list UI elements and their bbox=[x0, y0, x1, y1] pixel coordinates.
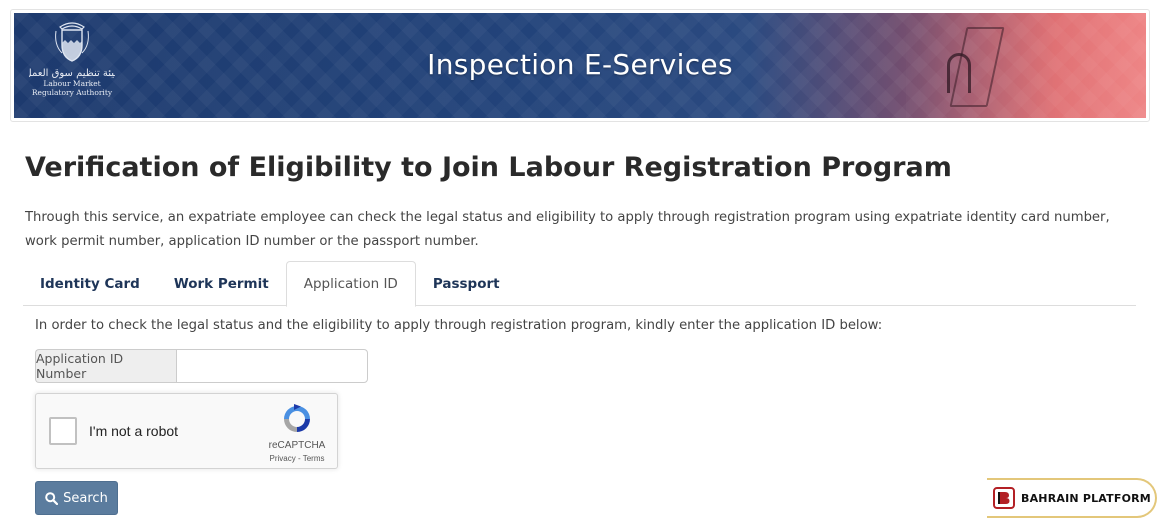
search-icon bbox=[45, 491, 59, 505]
form-instruction: In order to check the legal status and t… bbox=[35, 318, 883, 333]
page-title: Verification of Eligibility to Join Labo… bbox=[25, 152, 952, 183]
search-method-tabs: Identity Card Work Permit Application ID… bbox=[23, 261, 1136, 307]
recaptcha-label: I'm not a robot bbox=[89, 423, 179, 439]
application-id-input[interactable] bbox=[176, 349, 368, 383]
banner-title: Inspection E-Services bbox=[427, 48, 733, 81]
tab-work-permit[interactable]: Work Permit bbox=[157, 261, 286, 306]
tab-application-id[interactable]: Application ID bbox=[285, 261, 416, 307]
intro-line-1: Through this service, an expatriate empl… bbox=[25, 210, 1110, 225]
tab-identity-card[interactable]: Identity Card bbox=[23, 261, 157, 306]
intro-line-2: work permit number, application ID numbe… bbox=[25, 234, 479, 249]
intro-text: Through this service, an expatriate empl… bbox=[25, 206, 1135, 254]
application-id-label: Application ID Number bbox=[35, 349, 176, 383]
bahrain-platform-badge[interactable]: BAHRAIN PLATFORM bbox=[987, 478, 1157, 518]
header-banner-frame: هيئة تنظيم سوق العمل Labour Market Regul… bbox=[10, 9, 1150, 122]
bahrain-platform-text: BAHRAIN PLATFORM bbox=[1021, 491, 1151, 505]
recaptcha-brand: reCAPTCHA bbox=[268, 440, 326, 451]
recaptcha-checkbox[interactable] bbox=[49, 417, 77, 445]
search-button-label: Search bbox=[63, 490, 108, 506]
org-name-line2: Regulatory Authority bbox=[31, 88, 113, 97]
bahrain-platform-logo-icon bbox=[993, 487, 1015, 509]
recaptcha-logo-icon bbox=[284, 404, 310, 432]
header-banner: هيئة تنظيم سوق العمل Labour Market Regul… bbox=[14, 13, 1146, 118]
search-button[interactable]: Search bbox=[35, 481, 118, 515]
recaptcha-widget: I'm not a robot reCAPTCHA Privacy - Term… bbox=[35, 393, 338, 469]
application-id-input-group: Application ID Number bbox=[35, 349, 368, 383]
tab-passport[interactable]: Passport bbox=[416, 261, 517, 306]
recaptcha-terms-link[interactable]: Privacy - Terms bbox=[262, 454, 332, 463]
